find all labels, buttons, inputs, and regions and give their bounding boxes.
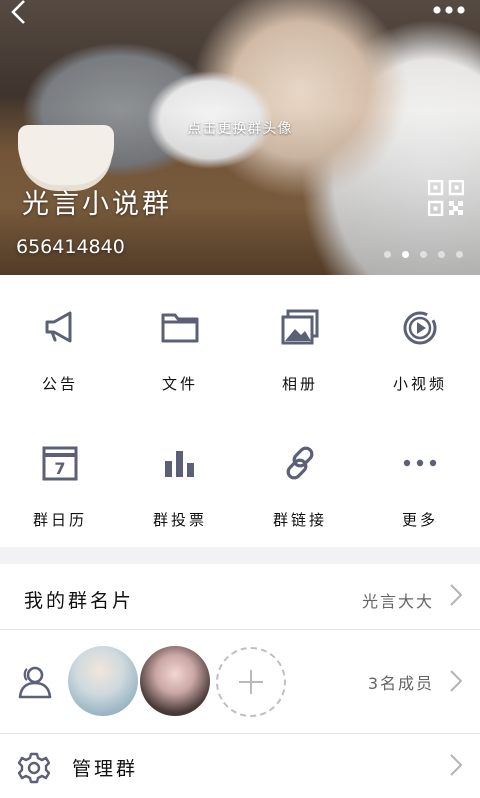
- manage-group-title: 管理群: [72, 758, 139, 780]
- grid-item-calendar[interactable]: 7 群日历: [0, 411, 120, 547]
- manage-group-row[interactable]: 管理群: [0, 734, 480, 798]
- feature-grid: 公告 文件 相册 小视频 7 群日历 群投票 群链接 更多: [0, 275, 480, 547]
- grid-item-label: 群投票: [152, 511, 207, 529]
- grid-item-vote[interactable]: 群投票: [120, 411, 240, 547]
- grid-item-more[interactable]: 更多: [360, 411, 480, 547]
- grid-item-label: 群日历: [32, 511, 87, 529]
- folder-icon: [161, 313, 199, 343]
- grid-item-label: 公告: [41, 375, 78, 393]
- grid-item-label: 群链接: [272, 511, 327, 529]
- carousel-dot-active[interactable]: [402, 251, 409, 258]
- my-group-card-title: 我的群名片: [24, 590, 135, 612]
- album-icon: [281, 309, 319, 345]
- calendar-day-text: 7: [54, 459, 65, 478]
- grid-item-label: 文件: [161, 375, 198, 393]
- members-icon: [18, 666, 52, 699]
- chevron-right-icon: [450, 584, 462, 606]
- group-number: 656414840: [16, 236, 125, 258]
- grid-item-short-video[interactable]: 小视频: [360, 275, 480, 411]
- more-menu-button[interactable]: [432, 2, 466, 16]
- member-avatar[interactable]: [140, 646, 210, 716]
- megaphone-icon: [45, 311, 72, 343]
- grid-item-label: 更多: [401, 511, 438, 529]
- carousel-dot[interactable]: [438, 251, 445, 258]
- plus-icon: [239, 670, 263, 694]
- group-name: 光言小说群: [22, 189, 172, 220]
- grid-item-announcement[interactable]: 公告: [0, 275, 120, 411]
- grid-item-link[interactable]: 群链接: [240, 411, 360, 547]
- more-dots-icon: [433, 6, 465, 14]
- grid-item-files[interactable]: 文件: [120, 275, 240, 411]
- change-avatar-hint[interactable]: 点击更换群头像: [0, 118, 480, 138]
- my-group-card-row[interactable]: 我的群名片 光言大大: [0, 564, 480, 629]
- group-cover-photo[interactable]: 点击更换群头像 光言小说群 656414840: [0, 0, 480, 275]
- member-avatar[interactable]: [68, 646, 138, 716]
- members-row[interactable]: 3名成员: [0, 630, 480, 733]
- my-group-card-value: 光言大大: [361, 592, 434, 611]
- qr-code-icon: [427, 179, 465, 217]
- member-count: 3名成员: [367, 674, 434, 693]
- carousel-indicator: [384, 251, 463, 258]
- chevron-right-icon: [450, 754, 462, 776]
- video-icon: [403, 311, 437, 345]
- grid-item-album[interactable]: 相册: [240, 275, 360, 411]
- gear-icon: [18, 752, 50, 784]
- add-member-button[interactable]: [216, 647, 286, 717]
- chevron-right-icon: [450, 670, 462, 692]
- vote-chart-icon: [165, 451, 194, 477]
- calendar-icon: 7: [42, 446, 78, 481]
- link-icon: [286, 446, 314, 480]
- carousel-dot[interactable]: [420, 251, 427, 258]
- carousel-dot[interactable]: [384, 251, 391, 258]
- more-icon: [403, 459, 437, 467]
- chevron-left-icon: [11, 0, 25, 24]
- carousel-dot[interactable]: [456, 251, 463, 258]
- grid-item-label: 小视频: [392, 375, 447, 393]
- back-button[interactable]: [8, 0, 30, 27]
- grid-item-label: 相册: [281, 375, 318, 393]
- qr-code-button[interactable]: [427, 179, 465, 217]
